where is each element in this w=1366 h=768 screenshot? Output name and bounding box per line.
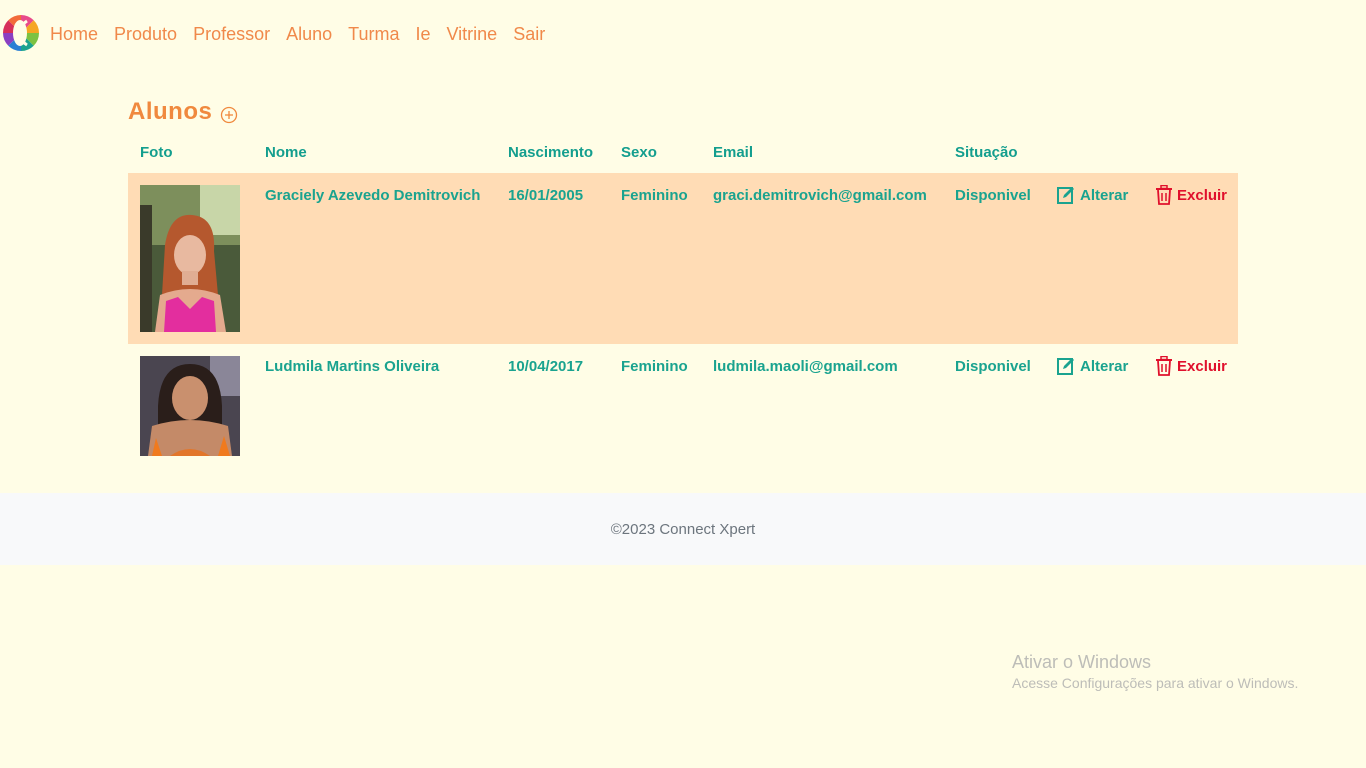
student-email: ludmila.maoli@gmail.com — [713, 358, 898, 375]
edit-button[interactable]: Alterar — [1056, 185, 1128, 205]
header-situacao: Situação — [955, 144, 1018, 161]
delete-button[interactable]: Excluir — [1155, 185, 1227, 205]
header-foto: Foto — [140, 144, 173, 161]
footer: ©2023 Connect Xpert — [0, 493, 1366, 565]
nav-turma[interactable]: Turma — [348, 22, 399, 46]
trash-icon — [1156, 356, 1172, 376]
table-row: Ludmila Martins Oliveira 10/04/2017 Femi… — [128, 344, 1238, 472]
connect-xpert-logo[interactable] — [2, 14, 40, 52]
header-nascimento: Nascimento — [508, 144, 594, 161]
student-photo — [140, 356, 240, 456]
windows-activation-watermark: Ativar o Windows Acesse Configurações pa… — [1012, 651, 1298, 693]
student-status: Disponivel — [955, 358, 1031, 375]
edit-icon — [1057, 187, 1074, 204]
nav-links: Home Produto Professor Aluno Turma Ie Vi… — [50, 22, 545, 46]
table-header: Foto Nome Nascimento Sexo Email Situação — [128, 132, 1238, 173]
student-status: Disponivel — [955, 187, 1031, 204]
trash-icon — [1156, 185, 1172, 205]
student-name: Ludmila Martins Oliveira — [265, 358, 440, 375]
nav-sair[interactable]: Sair — [513, 22, 545, 46]
edit-icon — [1057, 358, 1074, 375]
student-birthdate: 10/04/2017 — [508, 358, 584, 375]
edit-label: Alterar — [1080, 357, 1129, 375]
student-sex: Feminino — [621, 358, 688, 375]
watermark-title: Ativar o Windows — [1012, 652, 1152, 672]
edit-button[interactable]: Alterar — [1056, 356, 1128, 376]
edit-label: Alterar — [1080, 186, 1129, 204]
navbar: Home Produto Professor Aluno Turma Ie Vi… — [0, 0, 1366, 68]
page-title: Alunos — [128, 98, 213, 125]
watermark-subtitle: Acesse Configurações para ativar o Windo… — [1012, 675, 1299, 691]
nav-professor[interactable]: Professor — [193, 22, 270, 46]
header-sexo: Sexo — [621, 144, 657, 161]
student-photo — [140, 185, 240, 332]
nav-vitrine[interactable]: Vitrine — [447, 22, 498, 46]
header-nome: Nome — [265, 144, 307, 161]
header-email: Email — [713, 144, 754, 161]
nav-produto[interactable]: Produto — [114, 22, 177, 46]
nav-ie[interactable]: Ie — [415, 22, 430, 46]
delete-button[interactable]: Excluir — [1155, 356, 1227, 376]
nav-home[interactable]: Home — [50, 22, 98, 46]
student-sex: Feminino — [621, 187, 688, 204]
student-birthdate: 16/01/2005 — [508, 187, 584, 204]
table-row: Graciely Azevedo Demitrovich 16/01/2005 … — [128, 173, 1238, 344]
footer-copyright: ©2023 Connect Xpert — [610, 520, 756, 538]
nav-aluno[interactable]: Aluno — [286, 22, 332, 46]
delete-label: Excluir — [1177, 186, 1228, 204]
delete-label: Excluir — [1177, 357, 1228, 375]
page-header: Alunos — [128, 98, 238, 126]
student-email: graci.demitrovich@gmail.com — [713, 187, 927, 204]
student-name: Graciely Azevedo Demitrovich — [265, 187, 481, 204]
students-table: Foto Nome Nascimento Sexo Email Situação… — [128, 132, 1238, 472]
plus-circle-icon[interactable] — [220, 106, 238, 124]
